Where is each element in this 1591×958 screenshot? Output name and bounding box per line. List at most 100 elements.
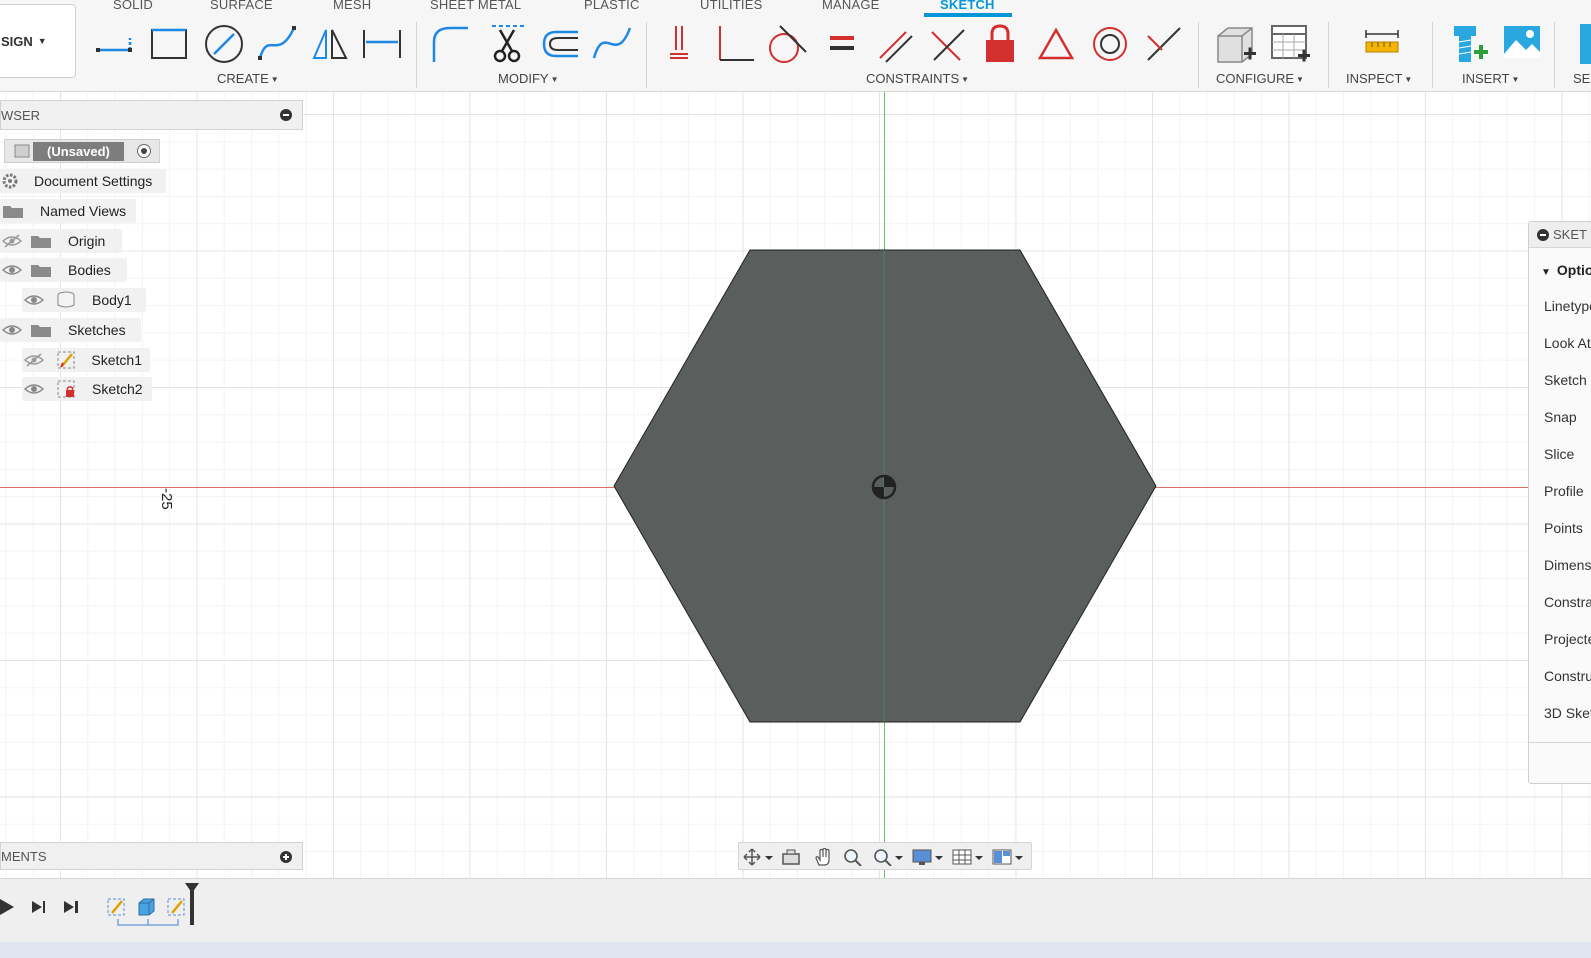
browser-item-named-views[interactable]: Named Views xyxy=(0,199,136,223)
inspect-menu[interactable]: INSPECT ▼ xyxy=(1346,71,1412,86)
insert-menu[interactable]: INSERT ▼ xyxy=(1462,71,1519,86)
tab-mesh[interactable]: MESH xyxy=(333,0,371,12)
eye-icon[interactable] xyxy=(24,293,44,307)
select-menu[interactable]: SE xyxy=(1573,71,1590,86)
zoom-icon[interactable] xyxy=(843,848,863,866)
play-icon[interactable] xyxy=(0,897,20,917)
constraints-label: CONSTRAINTS xyxy=(866,71,960,86)
palette-item-projected[interactable]: Projecte xyxy=(1544,631,1591,647)
palette-item-points[interactable]: Points xyxy=(1544,520,1583,536)
spline-tool-icon[interactable] xyxy=(256,22,300,66)
midpoint-constraint-icon[interactable] xyxy=(1036,22,1076,66)
eye-icon[interactable] xyxy=(2,323,22,337)
options-section-header[interactable]: ▼ Optio xyxy=(1541,262,1591,278)
collinear-constraint-icon[interactable] xyxy=(1144,22,1184,66)
palette-item-constraints[interactable]: Constra xyxy=(1544,594,1591,610)
tab-manage[interactable]: MANAGE xyxy=(822,0,880,12)
line-tool-icon[interactable] xyxy=(94,22,138,66)
comments-header[interactable]: MENTS xyxy=(0,842,303,870)
palette-item-linetype[interactable]: Linetype xyxy=(1544,298,1591,314)
browser-item-sketch2[interactable]: Sketch2 xyxy=(22,377,152,401)
rectangle-tool-icon[interactable] xyxy=(148,22,192,66)
timeline-sketch-icon[interactable] xyxy=(106,897,128,919)
browser-item-document-settings[interactable]: Document Settings xyxy=(0,169,166,193)
document-name: (Unsaved) xyxy=(33,141,124,161)
zoom-window-icon[interactable] xyxy=(873,848,905,866)
sketch-palette-header[interactable]: SKET xyxy=(1529,222,1591,248)
look-at-icon[interactable] xyxy=(781,848,801,866)
measure-ruler-icon[interactable] xyxy=(1362,22,1402,66)
eye-hidden-icon[interactable] xyxy=(2,234,22,248)
skip-to-end-icon[interactable] xyxy=(62,897,82,917)
tab-surface[interactable]: SURFACE xyxy=(210,0,273,12)
browser-root-document[interactable]: (Unsaved) xyxy=(4,139,160,163)
sketch-canvas[interactable]: -25 xyxy=(0,92,1591,878)
circle-tool-icon[interactable] xyxy=(202,22,246,66)
viewports-icon[interactable] xyxy=(991,848,1027,866)
palette-item-profile[interactable]: Profile xyxy=(1544,483,1584,499)
configure-cube-icon[interactable] xyxy=(1214,22,1258,66)
palette-item-snap[interactable]: Snap xyxy=(1544,409,1577,425)
body-icon xyxy=(57,291,75,308)
tab-solid[interactable]: SOLID xyxy=(113,0,153,12)
select-tool-icon[interactable] xyxy=(1578,22,1591,66)
chevron-down-icon: ▼ xyxy=(1541,267,1551,278)
display-settings-icon[interactable] xyxy=(911,848,947,866)
insert-image-icon[interactable] xyxy=(1500,22,1544,66)
constraints-menu[interactable]: CONSTRAINTS ▼ xyxy=(866,71,969,86)
coincident-constraint-icon[interactable] xyxy=(714,22,758,66)
horizontal-vertical-constraint-icon[interactable] xyxy=(666,22,702,66)
eye-hidden-icon[interactable] xyxy=(24,353,44,367)
concentric-constraint-icon[interactable] xyxy=(1090,22,1130,66)
parallel-constraint-icon[interactable] xyxy=(876,22,916,66)
palette-item-slice[interactable]: Slice xyxy=(1544,446,1574,462)
palette-item-construction[interactable]: Constru xyxy=(1544,668,1591,684)
configure-menu[interactable]: CONFIGURE ▼ xyxy=(1216,71,1304,86)
fillet-tool-icon[interactable] xyxy=(428,22,472,66)
active-radio-icon[interactable] xyxy=(137,144,151,158)
sketch-locked-icon xyxy=(57,380,75,398)
browser-item-bodies[interactable]: Bodies xyxy=(0,258,127,282)
equal-constraint-icon[interactable] xyxy=(826,22,858,66)
orbit-icon[interactable] xyxy=(743,848,777,866)
browser-item-body1[interactable]: Body1 xyxy=(22,288,146,312)
browser-item-origin[interactable]: Origin xyxy=(0,229,122,253)
tab-sketch[interactable]: SKETCH xyxy=(940,0,995,12)
offset-tool-icon[interactable] xyxy=(538,22,582,66)
step-forward-icon[interactable] xyxy=(30,897,50,917)
hexagon-profile[interactable] xyxy=(0,92,1591,878)
browser-item-sketch1[interactable]: Sketch1 xyxy=(22,348,150,372)
workspace-switcher[interactable]: SIGN ▼ xyxy=(0,4,76,78)
palette-item-dimensions[interactable]: Dimens xyxy=(1544,557,1591,573)
expand-icon[interactable] xyxy=(280,851,292,863)
dimension-tool-icon[interactable] xyxy=(360,22,404,66)
perpendicular-constraint-icon[interactable] xyxy=(928,22,968,66)
tab-plastic[interactable]: PLASTIC xyxy=(584,0,640,12)
collapse-icon[interactable] xyxy=(1537,228,1549,241)
browser-header[interactable]: WSER xyxy=(0,100,303,130)
configure-table-icon[interactable] xyxy=(1268,22,1312,66)
os-taskbar xyxy=(0,942,1591,958)
trim-scissors-icon[interactable] xyxy=(486,22,530,66)
palette-item-sketch-grid[interactable]: Sketch xyxy=(1544,372,1587,388)
grid-settings-icon[interactable] xyxy=(951,848,987,866)
timeline-extrude-icon[interactable] xyxy=(136,897,158,919)
palette-item-look-at[interactable]: Look At xyxy=(1544,335,1591,351)
curve-tool-icon[interactable] xyxy=(590,22,634,66)
tab-sheet-metal[interactable]: SHEET METAL xyxy=(430,0,521,12)
tab-utilities[interactable]: UTILITIES xyxy=(700,0,762,12)
mirror-tool-icon[interactable] xyxy=(308,22,352,66)
insert-fastener-icon[interactable] xyxy=(1448,22,1492,66)
eye-icon[interactable] xyxy=(24,382,44,396)
timeline-sketch-icon[interactable] xyxy=(166,897,188,919)
collapse-icon[interactable] xyxy=(280,109,292,121)
browser-item-sketches[interactable]: Sketches xyxy=(0,318,141,342)
create-menu[interactable]: CREATE ▼ xyxy=(217,71,279,86)
eye-icon[interactable] xyxy=(2,263,22,277)
fix-lock-icon[interactable] xyxy=(982,22,1018,66)
modify-menu[interactable]: MODIFY ▼ xyxy=(498,71,558,86)
palette-item-3d-sketch[interactable]: 3D Sket xyxy=(1544,705,1591,721)
pan-hand-icon[interactable] xyxy=(813,848,833,866)
timeline-marker[interactable] xyxy=(185,883,199,925)
tangent-constraint-icon[interactable] xyxy=(766,22,810,66)
